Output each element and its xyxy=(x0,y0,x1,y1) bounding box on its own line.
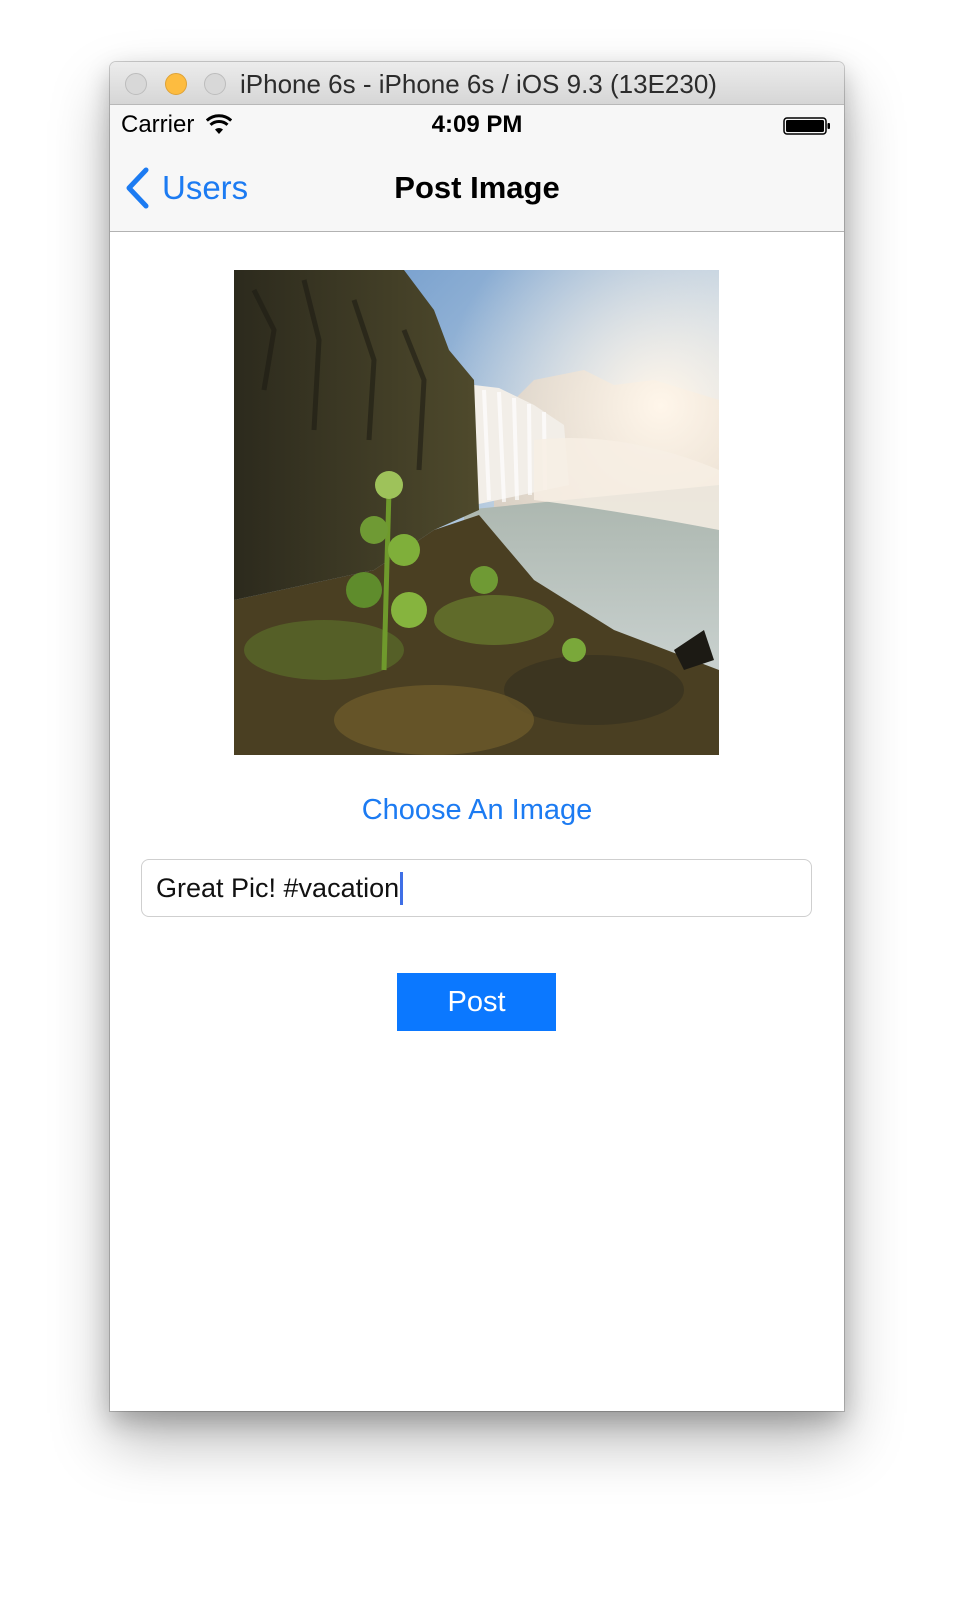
caption-input-value: Great Pic! #vacation xyxy=(156,872,400,903)
battery-icon xyxy=(783,117,830,135)
choose-image-button[interactable]: Choose An Image xyxy=(110,794,844,827)
simulator-window: iPhone 6s - iPhone 6s / iOS 9.3 (13E230)… xyxy=(110,62,844,1411)
window-title: iPhone 6s - iPhone 6s / iOS 9.3 (13E230) xyxy=(240,69,717,99)
close-window-button[interactable] xyxy=(125,73,147,95)
back-button-label: Users xyxy=(162,169,249,206)
window-titlebar[interactable]: iPhone 6s - iPhone 6s / iOS 9.3 (13E230) xyxy=(110,62,844,105)
waterfall-photo xyxy=(234,270,719,755)
status-bar: Carrier 4:09 PM xyxy=(110,105,844,145)
selected-image-preview xyxy=(234,270,719,755)
back-button[interactable]: Users xyxy=(124,165,248,211)
minimize-window-button[interactable] xyxy=(165,73,187,95)
navigation-bar: Post Image Users xyxy=(110,145,844,232)
post-button[interactable]: Post xyxy=(397,973,556,1031)
text-cursor xyxy=(400,871,404,905)
caption-input[interactable]: Great Pic! #vacation xyxy=(141,859,812,917)
zoom-window-button[interactable] xyxy=(204,73,226,95)
status-time: 4:09 PM xyxy=(431,111,523,138)
chevron-left-icon xyxy=(126,167,149,209)
